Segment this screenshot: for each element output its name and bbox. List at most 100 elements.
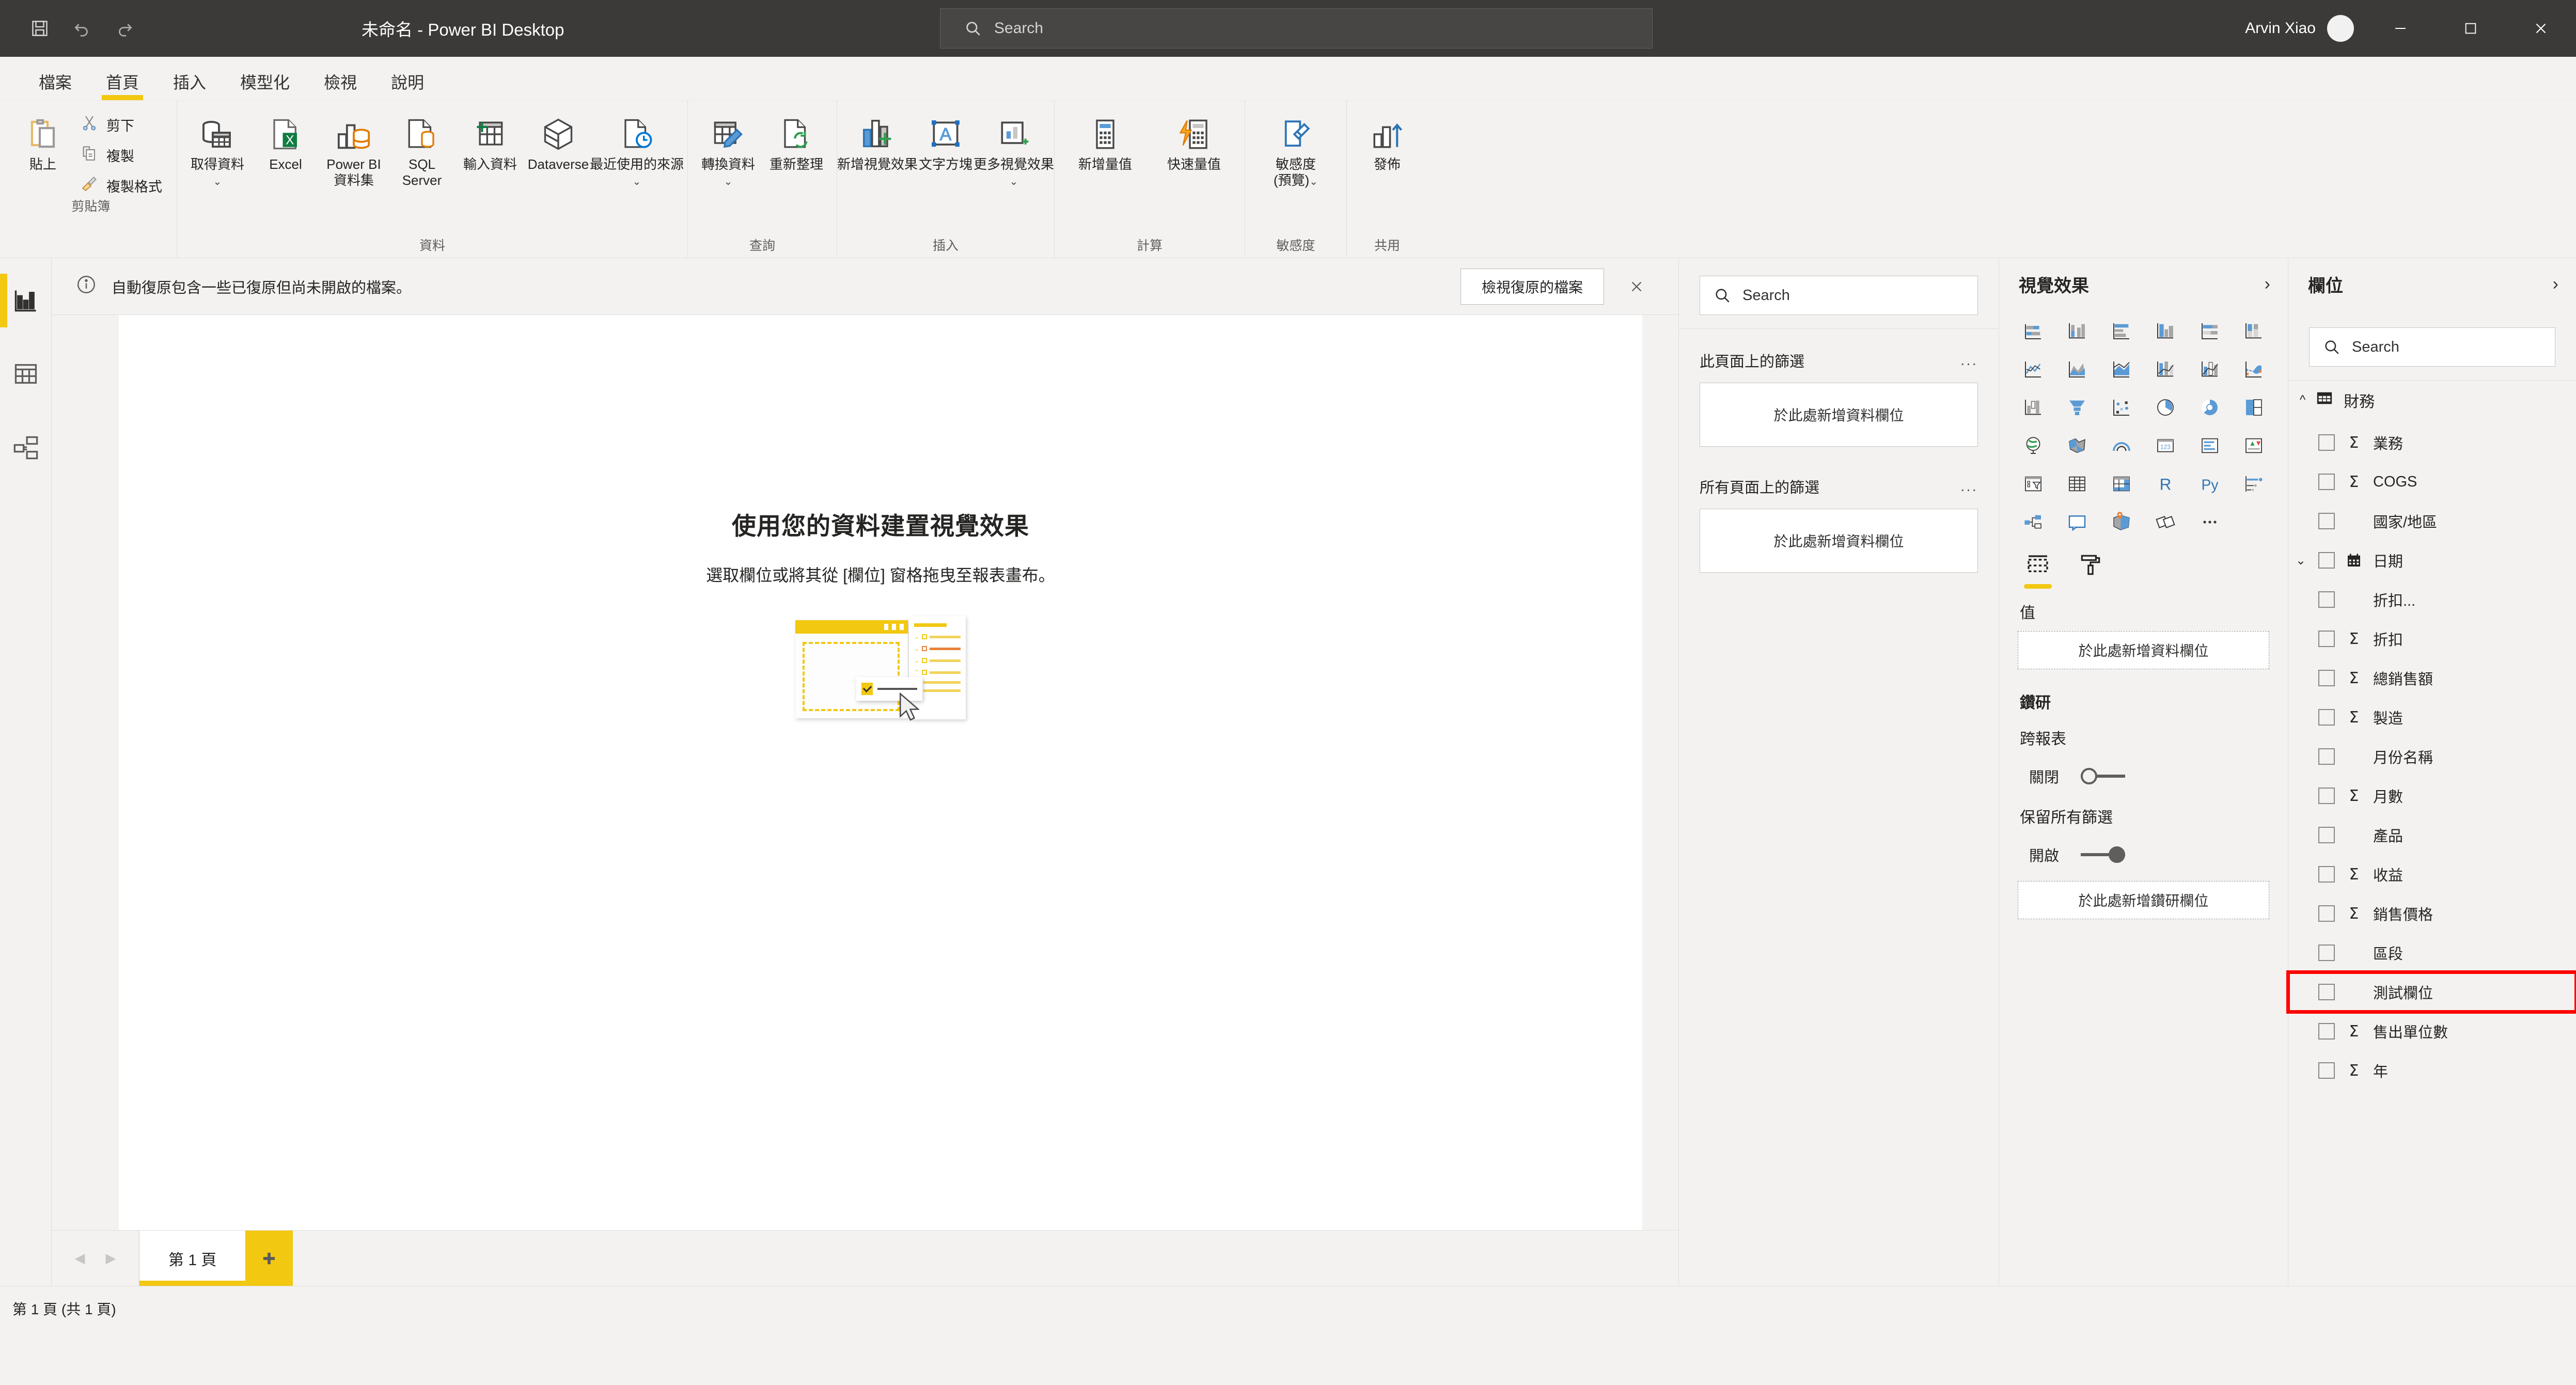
fields-search-input[interactable]: Search: [2309, 327, 2555, 367]
field-item-test-field[interactable]: 測試欄位: [2286, 970, 2576, 1014]
field-item[interactable]: Σ 製造: [2288, 698, 2576, 737]
more-visuals-button[interactable]: 更多視覺效果 ⌄: [973, 108, 1054, 192]
visual-arcgis-map[interactable]: [2100, 428, 2143, 464]
collapse-fields-icon[interactable]: ›: [2553, 274, 2558, 294]
paste-button[interactable]: 貼上: [12, 108, 73, 177]
global-search-box[interactable]: Search: [940, 8, 1653, 49]
new-visual-button[interactable]: 新增視覺效果: [837, 108, 918, 177]
visual-multi-row-card[interactable]: [2188, 428, 2232, 464]
visual-clustered-column-chart[interactable]: [2144, 313, 2188, 349]
visual-line-clustered-column-chart[interactable]: [2188, 351, 2232, 387]
field-checkbox[interactable]: [2318, 709, 2335, 726]
field-item[interactable]: Σ 總銷售額: [2288, 658, 2576, 698]
visual-100-stacked-column-chart[interactable]: [2233, 313, 2276, 349]
visual-treemap[interactable]: [2233, 389, 2276, 426]
keep-all-filters-toggle[interactable]: [2081, 846, 2126, 863]
drillthrough-dropzone[interactable]: 於此處新增鑽研欄位: [2018, 881, 2269, 919]
page-next-icon[interactable]: ▶: [106, 1250, 116, 1266]
page-prev-icon[interactable]: ◀: [75, 1250, 85, 1266]
visual-kpi[interactable]: [2233, 428, 2276, 464]
view-model-button[interactable]: [0, 420, 52, 474]
visual-line-chart[interactable]: [2012, 351, 2055, 387]
new-measure-button[interactable]: 新增量值: [1062, 108, 1149, 177]
cut-button[interactable]: 剪下: [76, 110, 169, 139]
visual-100-stacked-bar-chart[interactable]: [2188, 313, 2232, 349]
visual-stacked-column-chart[interactable]: [2056, 313, 2099, 349]
field-checkbox[interactable]: [2318, 631, 2335, 647]
excel-button[interactable]: X Excel: [253, 108, 319, 177]
redo-icon[interactable]: [105, 9, 144, 48]
visual-funnel-chart[interactable]: [2056, 389, 2099, 426]
cross-report-toggle[interactable]: [2081, 767, 2126, 785]
field-item[interactable]: 月份名稱: [2288, 737, 2576, 776]
user-account[interactable]: Arvin Xiao: [2245, 0, 2354, 57]
collapse-visualizations-icon[interactable]: ›: [2265, 274, 2270, 294]
field-item[interactable]: Σ 售出單位數: [2288, 1012, 2576, 1051]
refresh-button[interactable]: 重新整理: [763, 108, 829, 177]
field-checkbox[interactable]: [2318, 984, 2335, 1000]
ribbon-tab-view[interactable]: 檢視: [308, 63, 372, 100]
visual-python-script[interactable]: Py: [2188, 466, 2232, 502]
copy-button[interactable]: 複製: [76, 140, 169, 170]
field-checkbox[interactable]: [2318, 788, 2335, 804]
visual-scatter-chart[interactable]: [2100, 389, 2143, 426]
filters-search-input[interactable]: Search: [1700, 276, 1978, 315]
field-item[interactable]: Σ 銷售價格: [2288, 894, 2576, 933]
transform-data-button[interactable]: 轉換資料 ⌄: [695, 108, 761, 192]
visual-pie-chart[interactable]: [2144, 389, 2188, 426]
filters-page-menu-icon[interactable]: ...: [1960, 352, 1978, 369]
add-page-button[interactable]: [245, 1231, 293, 1286]
powerbi-dataset-button[interactable]: Power BI 資料集: [321, 108, 387, 192]
minimize-icon[interactable]: [2365, 0, 2436, 57]
visual-slicer[interactable]: [2012, 466, 2055, 502]
chevron-up-icon[interactable]: ^: [2300, 393, 2305, 407]
field-item[interactable]: Σ 月數: [2288, 776, 2576, 815]
quick-measure-button[interactable]: 快速量值: [1151, 108, 1237, 177]
field-item[interactable]: ⌄ 日期: [2288, 541, 2576, 580]
visual-smart-narrative[interactable]: [2056, 504, 2099, 540]
visual-map[interactable]: [2012, 428, 2055, 464]
enter-data-button[interactable]: 輸入資料: [457, 108, 523, 177]
visual-clustered-bar-chart[interactable]: [2100, 313, 2143, 349]
page-tab-1[interactable]: 第 1 頁: [139, 1231, 246, 1286]
visual-waterfall-chart[interactable]: [2012, 389, 2055, 426]
ribbon-tab-insert[interactable]: 插入: [158, 63, 222, 100]
values-dropzone[interactable]: 於此處新增資料欄位: [2018, 631, 2269, 669]
chevron-down-icon[interactable]: ⌄: [2296, 553, 2306, 568]
field-item[interactable]: Σ 收益: [2288, 855, 2576, 894]
field-item[interactable]: Σ 年: [2288, 1051, 2576, 1090]
visual-r-script[interactable]: R: [2144, 466, 2188, 502]
text-box-button[interactable]: A 文字方塊: [913, 108, 979, 177]
visual-stacked-bar-chart[interactable]: [2012, 313, 2055, 349]
ribbon-tab-file[interactable]: 檔案: [23, 63, 87, 100]
filters-page-dropzone[interactable]: 於此處新增資料欄位: [1700, 383, 1978, 447]
get-data-button[interactable]: 取得資料 ⌄: [184, 108, 250, 192]
fields-table-node[interactable]: ^ 財務: [2288, 381, 2576, 420]
field-checkbox[interactable]: [2318, 866, 2335, 883]
field-checkbox[interactable]: [2318, 434, 2335, 451]
field-item[interactable]: 折扣...: [2288, 580, 2576, 619]
visual-donut-chart[interactable]: [2188, 389, 2232, 426]
visual-paginated-report[interactable]: [2144, 504, 2188, 540]
maximize-icon[interactable]: [2436, 0, 2506, 57]
field-checkbox[interactable]: [2318, 905, 2335, 922]
field-checkbox[interactable]: [2318, 827, 2335, 843]
filters-all-menu-icon[interactable]: ...: [1960, 478, 1978, 495]
dataverse-button[interactable]: Dataverse: [525, 108, 591, 177]
visual-decomposition-tree[interactable]: [2012, 504, 2055, 540]
field-item[interactable]: 區段: [2288, 933, 2576, 972]
field-item[interactable]: Σ COGS: [2288, 462, 2576, 501]
ribbon-tab-help[interactable]: 說明: [375, 63, 439, 100]
view-recovered-files-button[interactable]: 檢視復原的檔案: [1460, 268, 1604, 305]
field-checkbox[interactable]: [2318, 513, 2335, 529]
view-data-button[interactable]: [0, 347, 52, 401]
visual-azure-map[interactable]: [2100, 504, 2143, 540]
ribbon-tab-home[interactable]: 首頁: [90, 63, 154, 100]
view-report-button[interactable]: [0, 274, 52, 327]
recent-sources-button[interactable]: 最近使用的來源 ⌄: [590, 108, 684, 192]
field-item[interactable]: 產品: [2288, 815, 2576, 855]
field-checkbox[interactable]: [2318, 1062, 2335, 1079]
undo-icon[interactable]: [63, 9, 101, 48]
field-checkbox[interactable]: [2318, 670, 2335, 686]
field-checkbox[interactable]: [2318, 474, 2335, 490]
